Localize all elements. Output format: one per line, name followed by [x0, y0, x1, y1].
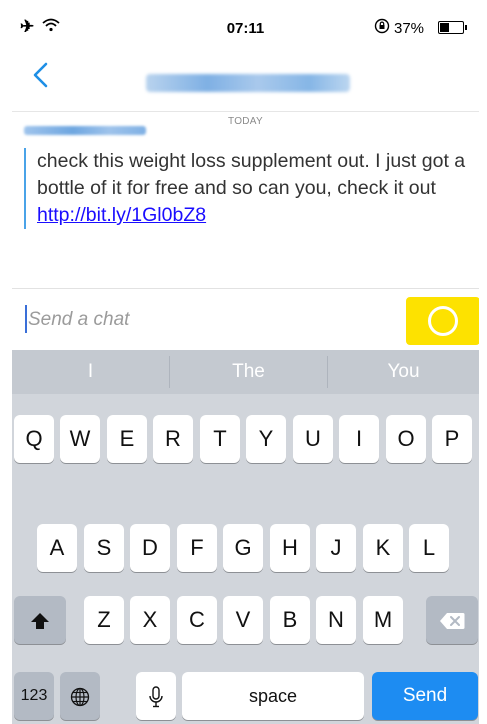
dictation-key[interactable]	[136, 672, 176, 720]
sender-name-blurred	[24, 126, 146, 135]
battery-icon	[438, 21, 464, 34]
suggestion-1[interactable]: I	[12, 350, 169, 394]
nav-bar	[12, 44, 479, 112]
suggestion-2[interactable]: The	[170, 350, 327, 394]
key-i[interactable]: I	[339, 415, 379, 463]
chat-input[interactable]	[24, 305, 394, 335]
chat-message: check this weight loss supplement out. I…	[24, 148, 474, 229]
shift-key[interactable]	[14, 596, 66, 644]
key-g[interactable]: G	[223, 524, 263, 572]
key-t[interactable]: T	[200, 415, 240, 463]
globe-key[interactable]	[60, 672, 100, 720]
key-r[interactable]: R	[153, 415, 193, 463]
snapchat-chat-screen: ✈ 07:11 37% TODAY check this weight loss…	[12, 12, 479, 724]
key-p[interactable]: P	[432, 415, 472, 463]
suggestion-bar: I The You	[12, 350, 479, 394]
key-k[interactable]: K	[363, 524, 403, 572]
key-x[interactable]: X	[130, 596, 170, 644]
shift-arrow-icon	[31, 613, 49, 630]
key-c[interactable]: C	[177, 596, 217, 644]
key-n[interactable]: N	[316, 596, 356, 644]
send-key[interactable]: Send	[372, 672, 478, 720]
space-key[interactable]: space	[182, 672, 364, 720]
numbers-key[interactable]: 123	[14, 672, 54, 720]
key-u[interactable]: U	[293, 415, 333, 463]
key-s[interactable]: S	[84, 524, 124, 572]
rotation-lock-icon	[374, 18, 390, 34]
microphone-icon	[149, 686, 163, 708]
key-v[interactable]: V	[223, 596, 263, 644]
chat-area: TODAY check this weight loss supplement …	[12, 112, 479, 300]
key-j[interactable]: J	[316, 524, 356, 572]
key-w[interactable]: W	[60, 415, 100, 463]
status-bar: ✈ 07:11 37%	[12, 12, 479, 44]
text-cursor	[25, 305, 27, 333]
key-z[interactable]: Z	[84, 596, 124, 644]
battery-percent: 37%	[394, 20, 425, 37]
backspace-icon	[440, 613, 465, 630]
battery-tip	[465, 25, 467, 30]
contact-name-blurred	[146, 74, 350, 92]
key-o[interactable]: O	[386, 415, 426, 463]
delete-key[interactable]	[426, 596, 478, 644]
battery-fill	[440, 23, 449, 32]
back-button[interactable]	[26, 54, 56, 94]
key-q[interactable]: Q	[14, 415, 54, 463]
key-l[interactable]: L	[409, 524, 449, 572]
suggestion-3[interactable]: You	[328, 350, 479, 394]
key-h[interactable]: H	[270, 524, 310, 572]
key-d[interactable]: D	[130, 524, 170, 572]
key-a[interactable]: A	[37, 524, 77, 572]
key-f[interactable]: F	[177, 524, 217, 572]
chevron-left-icon	[33, 62, 48, 88]
keyboard: I The You Q W E R T Y U I O P A S D F G …	[12, 350, 479, 724]
key-m[interactable]: M	[363, 596, 403, 644]
key-y[interactable]: Y	[246, 415, 286, 463]
chat-input-row	[12, 288, 479, 350]
message-link[interactable]: http://bit.ly/1Gl0bZ8	[37, 204, 206, 226]
message-text: check this weight loss supplement out. I…	[37, 150, 466, 199]
key-e[interactable]: E	[107, 415, 147, 463]
globe-icon	[70, 688, 90, 707]
camera-shutter-icon	[428, 306, 458, 336]
camera-button[interactable]	[406, 297, 479, 345]
key-b[interactable]: B	[270, 596, 310, 644]
